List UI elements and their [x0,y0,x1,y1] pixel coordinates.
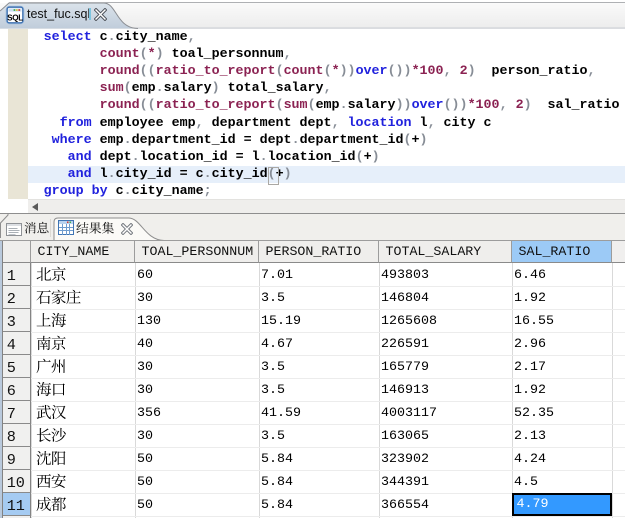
svg-text:SQL: SQL [7,13,23,22]
